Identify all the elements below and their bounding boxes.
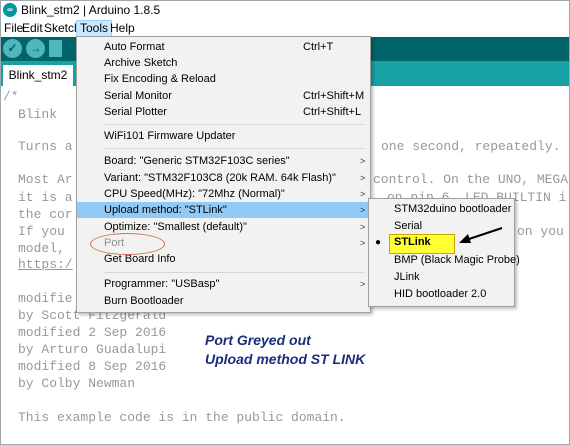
menu-item-wifi101-updater[interactable]: WiFi101 Firmware Updater: [77, 128, 368, 144]
menu-item-shortcut: Ctrl+Shift+L: [303, 106, 362, 118]
code-line-fragment: control. On the UNO, MEGA: [373, 172, 569, 187]
menu-separator: [103, 272, 365, 273]
menu-item-shortcut: Ctrl+T: [303, 41, 334, 53]
new-sketch-icon[interactable]: [49, 40, 62, 57]
menu-item-label: Serial: [394, 220, 423, 232]
menu-item-label: Fix Encoding & Reload: [104, 73, 216, 85]
menu-item-label: Burn Bootloader: [104, 295, 184, 307]
code-line: Most Ar: [18, 172, 73, 187]
title-bar: ∞ Blink_stm2 | Arduino 1.8.5: [1, 1, 569, 20]
annotation-port-greyed-out: Port Greyed out: [205, 332, 311, 348]
stlink-label: STLink: [394, 236, 431, 248]
menu-item-label: BMP (Black Magic Probe): [394, 254, 520, 266]
menu-item-label: Serial Monitor: [104, 90, 172, 102]
menu-item-auto-format[interactable]: Auto Format Ctrl+T: [77, 39, 368, 55]
selected-bullet-icon: ●: [375, 237, 382, 248]
menu-item-shortcut: Ctrl+Shift+M: [303, 90, 365, 102]
menu-separator: [103, 148, 365, 149]
tools-menu: Auto Format Ctrl+T Archive Sketch Fix En…: [76, 36, 371, 313]
submenu-arrow-icon: >: [360, 205, 366, 215]
menu-item-archive-sketch[interactable]: Archive Sketch: [77, 55, 368, 71]
menu-separator: [103, 124, 365, 125]
menu-item-cpu-speed[interactable]: CPU Speed(MHz): "72Mhz (Normal)" >: [77, 186, 368, 202]
menu-item-label: Auto Format: [104, 41, 165, 53]
annotation-upload-method: Upload method ST LINK: [205, 351, 366, 367]
upload-option-hid-bootloader[interactable]: HID bootloader 2.0: [369, 286, 512, 302]
menu-item-serial-monitor[interactable]: Serial Monitor Ctrl+Shift+M: [77, 88, 368, 104]
code-line: model,: [18, 241, 65, 256]
menu-item-label: HID bootloader 2.0: [394, 288, 487, 300]
menu-item-fix-encoding[interactable]: Fix Encoding & Reload: [77, 71, 368, 87]
submenu-arrow-icon: >: [360, 222, 366, 232]
menu-help[interactable]: Help: [107, 21, 138, 36]
menu-bar: File Edit Sketch Tools Help: [1, 20, 569, 37]
menu-item-label: Variant: "STM32F103C8 (20k RAM. 64k Flas…: [104, 172, 336, 184]
code-line: by Arturo Guadalupi: [18, 342, 167, 357]
arduino-logo-icon: ∞: [3, 3, 17, 17]
menu-item-label: Board: "Generic STM32F103C series": [104, 155, 290, 167]
menu-item-label: Serial Plotter: [104, 106, 167, 118]
submenu-arrow-icon: >: [360, 189, 366, 199]
code-link[interactable]: https:/: [18, 257, 73, 272]
verify-button[interactable]: ✓: [3, 39, 22, 58]
upload-option-stm32duino-bootloader[interactable]: STM32duino bootloader: [369, 201, 512, 217]
tab-blink-stm2[interactable]: Blink_stm2: [3, 65, 73, 86]
code-line: modified 2 Sep 2016: [18, 325, 167, 340]
upload-button[interactable]: →: [26, 39, 45, 58]
submenu-arrow-icon: >: [360, 173, 366, 183]
menu-item-label: Archive Sketch: [104, 57, 178, 69]
code-line: This example code is in the public domai…: [18, 410, 346, 425]
annotation-arrow-icon: [459, 227, 503, 243]
submenu-arrow-icon: >: [360, 156, 366, 166]
menu-item-label: WiFi101 Firmware Updater: [104, 130, 236, 142]
menu-item-label: CPU Speed(MHz): "72Mhz (Normal)": [104, 188, 285, 200]
code-line: by Colby Newman: [18, 376, 136, 391]
port-annotation-circle: [90, 233, 165, 255]
menu-item-label: Programmer: "USBasp": [104, 278, 220, 290]
arduino-window: ∞ Blink_stm2 | Arduino 1.8.5 File Edit S…: [0, 0, 570, 445]
menu-item-label: JLink: [394, 271, 420, 283]
code-line: Turns a: [18, 139, 73, 154]
code-line: /*: [3, 89, 19, 104]
window-title: Blink_stm2 | Arduino 1.8.5: [21, 3, 161, 17]
submenu-arrow-icon: >: [360, 279, 366, 289]
code-line: the cor: [18, 207, 73, 222]
upload-option-bmp[interactable]: BMP (Black Magic Probe): [369, 252, 520, 268]
code-line: modified 8 Sep 2016: [18, 359, 167, 374]
code-line-fragment: one second, repeatedly.: [381, 139, 561, 154]
submenu-arrow-icon: >: [360, 238, 366, 248]
menu-item-label: STM32duino bootloader: [394, 203, 512, 215]
code-line: Blink: [18, 107, 58, 122]
menu-item-board[interactable]: Board: "Generic STM32F103C series" >: [77, 153, 368, 169]
code-line: it is a: [18, 190, 73, 205]
menu-item-serial-plotter[interactable]: Serial Plotter Ctrl+Shift+L: [77, 104, 368, 120]
menu-item-burn-bootloader[interactable]: Burn Bootloader: [77, 293, 368, 309]
code-line: If you: [18, 224, 65, 239]
stlink-highlight-box[interactable]: STLink: [389, 234, 455, 254]
menu-item-label: Upload method: "STLink": [104, 204, 227, 216]
code-line: modifie: [18, 291, 73, 306]
menu-item-upload-method[interactable]: Upload method: "STLink" >: [77, 202, 368, 218]
menu-item-variant[interactable]: Variant: "STM32F103C8 (20k RAM. 64k Flas…: [77, 170, 368, 186]
upload-option-jlink[interactable]: JLink: [369, 269, 512, 285]
code-line-fragment: on you: [517, 224, 564, 239]
menu-item-programmer[interactable]: Programmer: "USBasp" >: [77, 276, 368, 292]
